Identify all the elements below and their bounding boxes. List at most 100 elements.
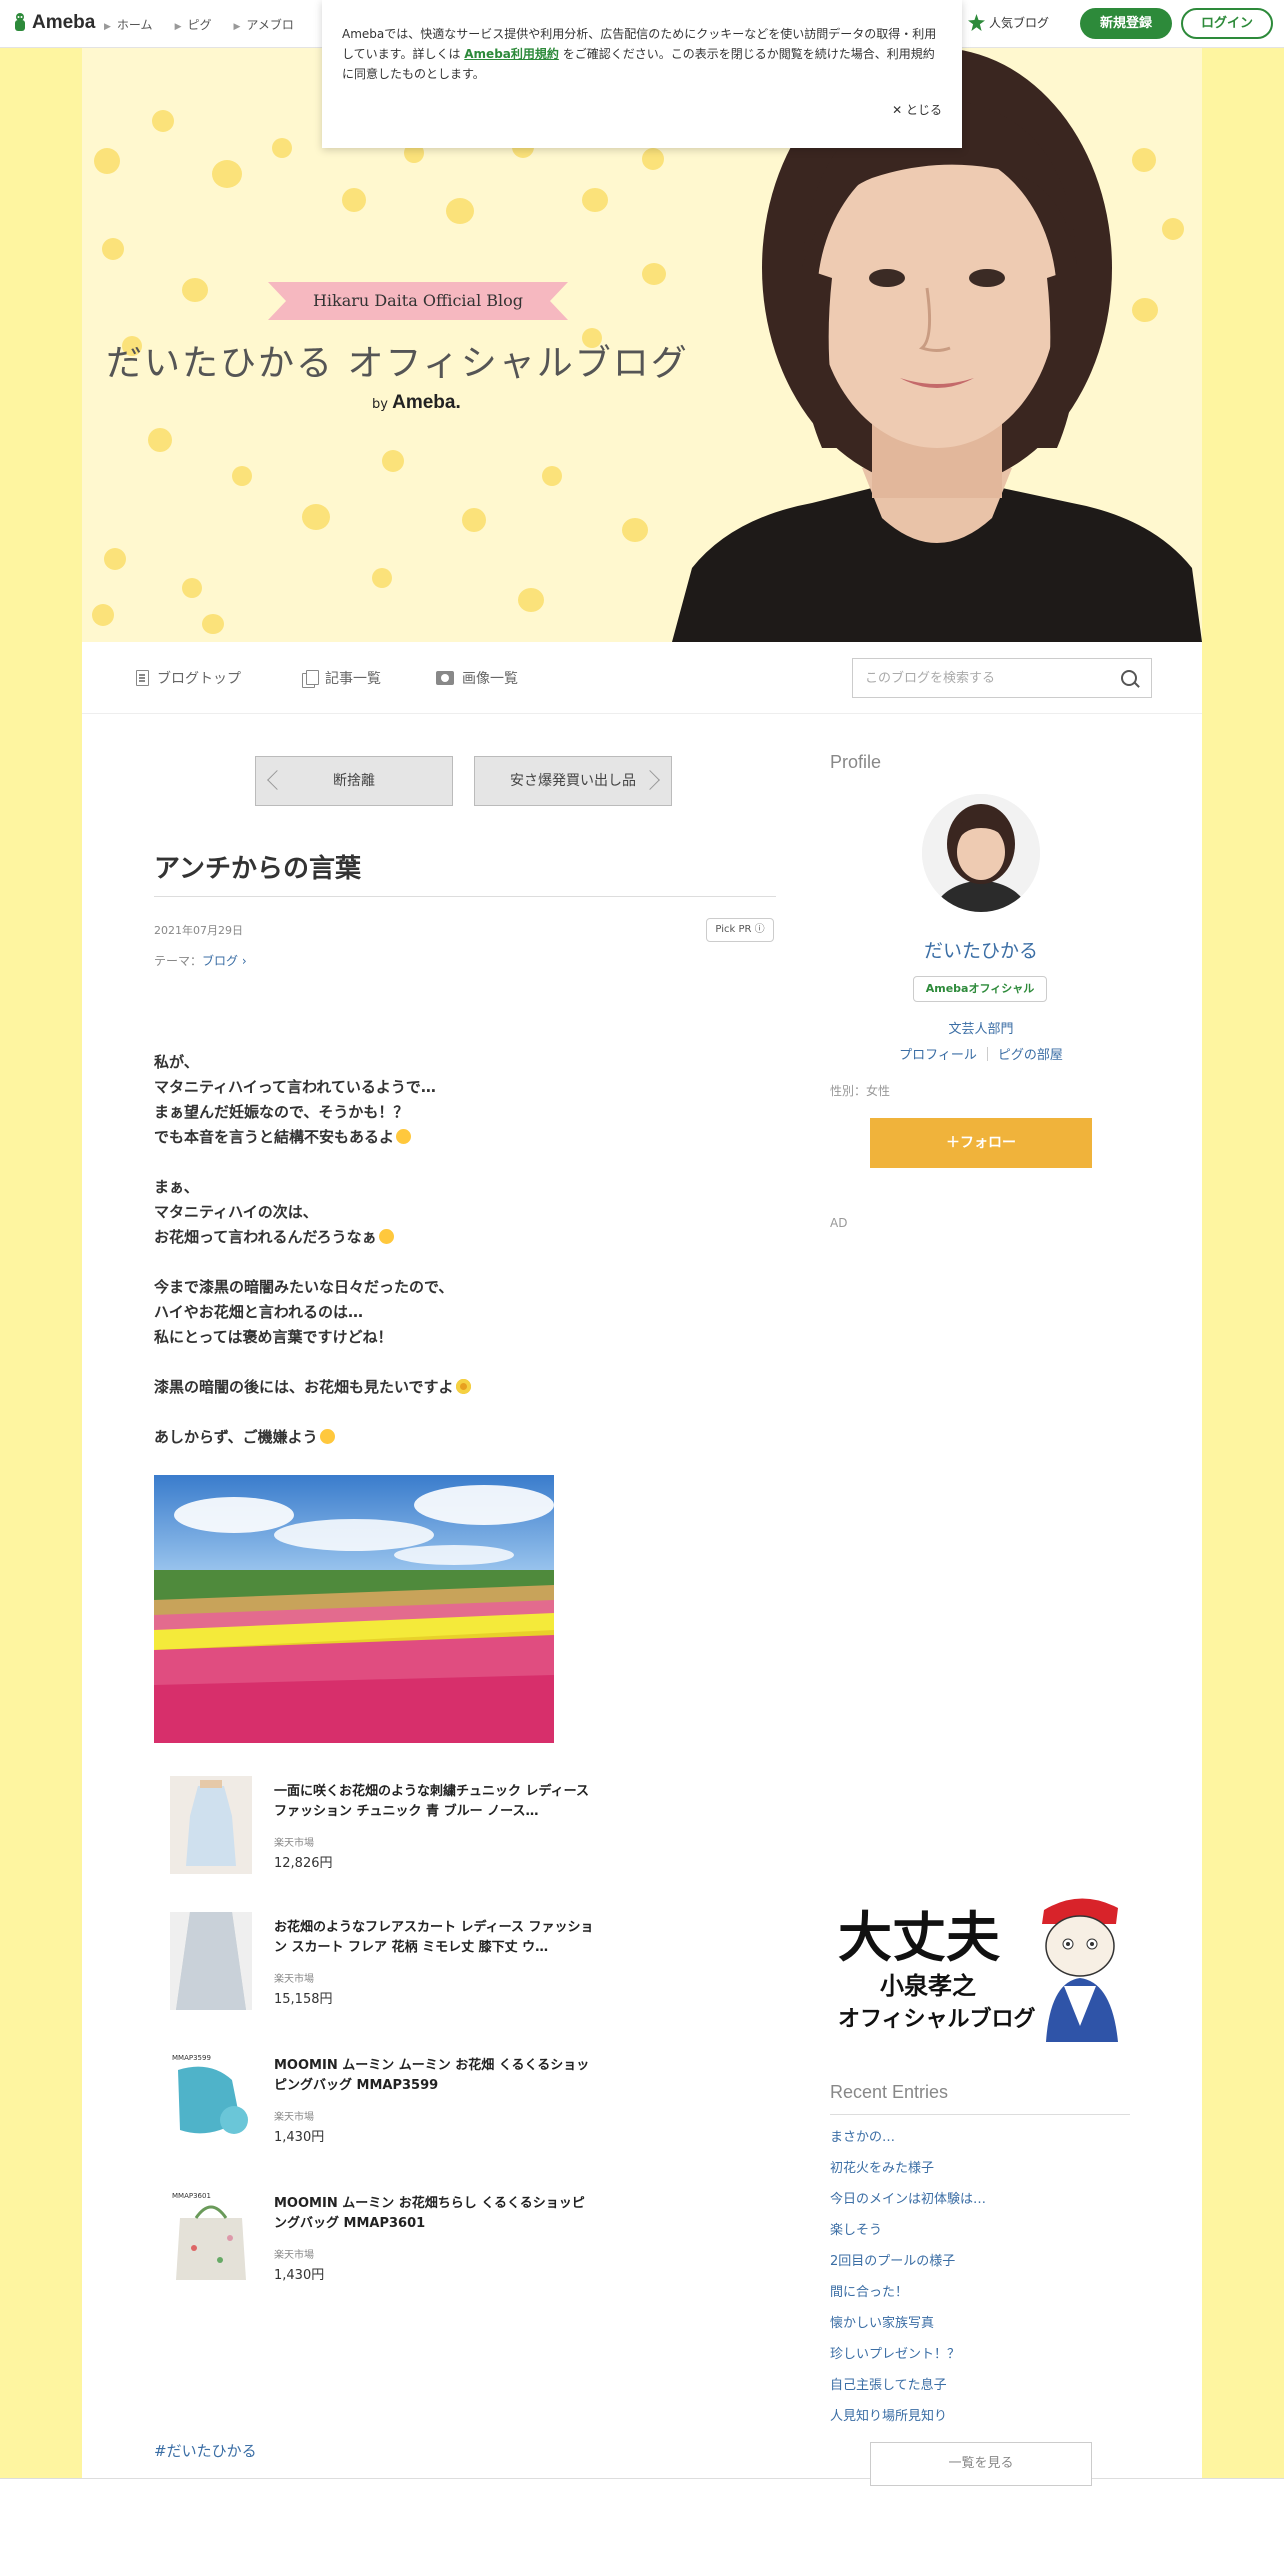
paragraph: まぁ、 マタニティハイの次は、 お花畑って言われるんだろうなぁ: [154, 1175, 776, 1250]
product-shop: 楽天市場: [274, 2112, 314, 2123]
chevron-left-icon: [267, 770, 287, 790]
laughing-emoji-icon: [378, 1229, 394, 1244]
pick-pr-button[interactable]: Pick PR ⓘ: [706, 918, 774, 942]
login-button[interactable]: ログイン: [1181, 8, 1273, 39]
blog-title: だいたひかる オフィシャルブログ: [106, 343, 689, 384]
nav-entry-list-label: 記事一覧: [325, 671, 381, 687]
sunflower-emoji-icon: [455, 1379, 471, 1394]
divider: [986, 1047, 988, 1061]
svg-text:MMAP3601: MMAP3601: [172, 2192, 211, 2200]
popular-blog-link[interactable]: 人気ブログ: [968, 14, 1049, 31]
svg-text:オフィシャルブログ: オフィシャルブログ: [838, 2006, 1036, 2032]
product-image: [170, 1776, 252, 1874]
entry-date: 2021年07月29日: [154, 924, 243, 937]
next-entry-button[interactable]: 安さ爆発買い出し品: [474, 756, 672, 806]
svg-text:小泉孝之: 小泉孝之: [880, 1972, 976, 2000]
product-name[interactable]: MOOMIN ムーミン ムーミン お花畑 くるくるショッピングバッグ MMAP3…: [274, 2056, 594, 2096]
signup-button[interactable]: 新規登録: [1080, 8, 1172, 39]
paragraph: 今まで漆黒の暗闇みたいな日々だったので、 ハイやお花畑と言われるのは… 私にとっ…: [154, 1278, 454, 1346]
see-all-button[interactable]: 一覧を見る: [870, 2442, 1092, 2486]
paragraph: 私が、 マタニティハイって言われているようで… まぁ望んだ妊娠なので、そうかも！…: [154, 1053, 436, 1146]
cookie-close-button[interactable]: ✕ とじる: [892, 100, 942, 120]
copy-icon: [302, 670, 319, 688]
product-image: [170, 1912, 252, 2010]
profile-heading: Profile: [830, 752, 882, 772]
profile-links: プロフィール ピグの部屋: [830, 1044, 1132, 1063]
product-name[interactable]: 一面に咲くお花畑のような刺繍チュニック レディース ファッション チュニック 青…: [274, 1782, 594, 1822]
ameba-logo[interactable]: Ameba: [12, 12, 95, 34]
nav-ameblo[interactable]: ▶ アメブロ: [234, 16, 294, 33]
recent-entry-link[interactable]: 間に合った！: [830, 2281, 986, 2312]
star-icon: [968, 14, 985, 31]
profile-avatar[interactable]: [922, 794, 1040, 912]
chevron-right-icon: ▶: [233, 22, 241, 32]
prev-entry-button[interactable]: 断捨離: [255, 756, 453, 806]
by-label: by: [372, 397, 388, 412]
ameba-logo-text: Ameba: [32, 12, 96, 33]
product-card[interactable]: 一面に咲くお花畑のような刺繍チュニック レディース ファッション チュニック 青…: [170, 1776, 670, 1876]
recent-entry-link[interactable]: 初花火をみた様子: [830, 2157, 986, 2188]
profile-name[interactable]: だいたひかる: [830, 936, 1132, 963]
product-card[interactable]: お花畑のようなフレアスカート レディース ファッション スカート フレア 花柄 …: [170, 1912, 670, 2012]
svg-text:MMAP3599: MMAP3599: [172, 2054, 211, 2062]
product-card[interactable]: MMAP3601 MOOMIN ムーミン お花畑ちらし くるくるショッピングバッ…: [170, 2188, 670, 2288]
svg-text:大丈夫: 大丈夫: [838, 1906, 1001, 1969]
cookie-consent-banner: Amebaでは、快適なサービス提供や利用分析、広告配信のためにクッキーなどを使い…: [322, 0, 962, 148]
recent-entry-link[interactable]: 今日のメインは初体験は…: [830, 2188, 986, 2219]
product-image: MMAP3599: [170, 2050, 252, 2148]
recent-entry-link[interactable]: 自己主張してた息子: [830, 2374, 986, 2405]
product-name[interactable]: MOOMIN ムーミン お花畑ちらし くるくるショッピングバッグ MMAP360…: [274, 2194, 594, 2234]
recent-entry-link[interactable]: まさかの…: [830, 2126, 986, 2157]
entry-title[interactable]: アンチからの言葉: [154, 848, 361, 885]
chevron-right-icon: ▶: [104, 22, 111, 32]
blog-page: Hikaru Daita Official Blog だいたひかる オフィシャル…: [82, 48, 1202, 2486]
popular-blog-label: 人気ブログ: [989, 16, 1050, 30]
product-shop: 楽天市場: [274, 1974, 314, 1985]
recent-entry-link[interactable]: 珍しいプレゼント！？: [830, 2343, 986, 2374]
product-shop: 楽天市場: [274, 1838, 314, 1849]
nav-home[interactable]: ▶ ホーム: [104, 16, 153, 33]
pig-room-link[interactable]: ピグの部屋: [998, 1048, 1063, 1063]
next-entry-label: 安さ爆発買い出し品: [510, 773, 636, 789]
flower-field-photo[interactable]: [154, 1475, 554, 1743]
product-shop: 楽天市場: [274, 2250, 314, 2261]
terms-link[interactable]: Ameba利用規約: [464, 47, 559, 61]
document-icon: [136, 670, 149, 686]
product-name[interactable]: お花畑のようなフレアスカート レディース ファッション スカート フレア 花柄 …: [274, 1918, 594, 1958]
recent-entry-link[interactable]: 楽しそう: [830, 2219, 986, 2250]
official-badge[interactable]: Amebaオフィシャル: [913, 976, 1047, 1002]
profile-link[interactable]: プロフィール: [899, 1048, 977, 1063]
paragraph: あしからず、ご機嫌よう: [154, 1425, 776, 1450]
follow-button[interactable]: ＋フォロー: [870, 1118, 1092, 1168]
blog-nav: ブログトップ 記事一覧 画像一覧: [82, 642, 1202, 714]
nav-entry-list[interactable]: 記事一覧: [302, 668, 381, 688]
product-price: 1,430円: [274, 2268, 325, 2283]
hashtag-link[interactable]: #だいたひかる: [154, 2440, 257, 2461]
camera-icon: [436, 671, 454, 685]
theme-link[interactable]: ブログ ›: [202, 954, 247, 968]
profile-category[interactable]: 文芸人部門: [830, 1018, 1132, 1037]
entry-body: 私が、 マタニティハイって言われているようで… まぁ望んだ妊娠なので、そうかも！…: [154, 1050, 776, 1475]
entry-theme: テーマ：ブログ ›: [154, 952, 247, 969]
recent-entry-link[interactable]: 懐かしい家族写真: [830, 2312, 986, 2343]
profile-gender: 性別：女性: [830, 1084, 891, 1098]
recent-divider: [830, 2114, 1130, 2115]
nav-image-list[interactable]: 画像一覧: [436, 668, 518, 688]
ad-label: AD: [830, 1216, 848, 1230]
product-card[interactable]: MMAP3599 MOOMIN ムーミン ムーミン お花畑 くるくるショッピング…: [170, 2050, 670, 2150]
global-nav: ▶ ホーム ▶ ピグ ▶ アメブロ: [104, 16, 294, 33]
by-ameba-logo: by Ameba.: [372, 392, 461, 414]
koizumi-blog-banner[interactable]: 大丈夫 小泉孝之 オフィシャルブログ: [830, 1886, 1130, 2042]
search-icon[interactable]: [1121, 670, 1137, 686]
chevron-right-icon: ▶: [174, 22, 182, 32]
prev-entry-label: 断捨離: [333, 773, 375, 789]
product-price: 1,430円: [274, 2130, 325, 2145]
recent-entry-link[interactable]: 2回目のプールの様子: [830, 2250, 986, 2281]
nav-pig[interactable]: ▶ ピグ: [175, 16, 212, 33]
search-input[interactable]: [853, 659, 1103, 697]
recent-entry-link[interactable]: 人見知り場所見知り: [830, 2405, 986, 2436]
recent-entries-list: まさかの… 初花火をみた様子 今日のメインは初体験は… 楽しそう 2回目のプール…: [830, 2126, 986, 2436]
nav-blog-top[interactable]: ブログトップ: [136, 668, 241, 688]
chevron-right-icon: [640, 770, 660, 790]
nav-image-list-label: 画像一覧: [462, 671, 518, 687]
